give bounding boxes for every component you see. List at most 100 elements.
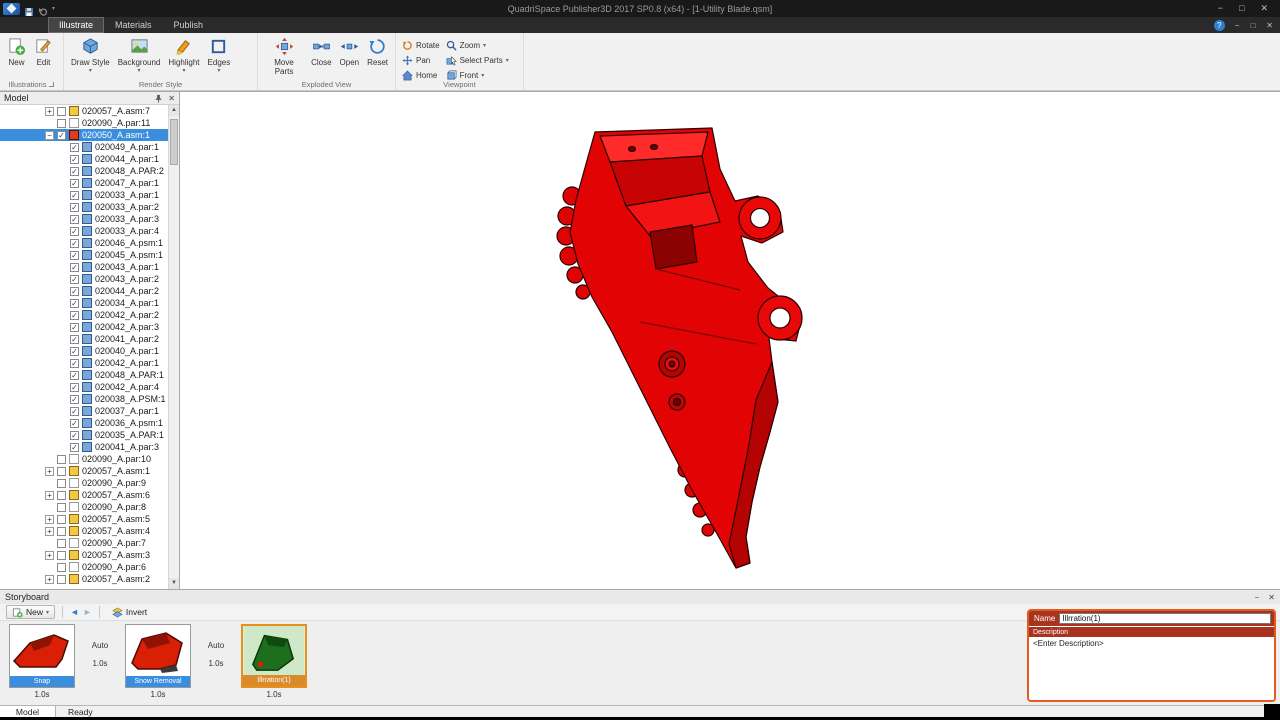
front-view-dropdown-icon[interactable]: ▾	[481, 73, 484, 79]
tree-item[interactable]: 020090_A.par:6	[0, 561, 168, 573]
app-icon[interactable]	[3, 2, 20, 15]
description-input[interactable]: <Enter Description>	[1029, 637, 1274, 700]
expand-icon[interactable]: +	[45, 514, 54, 524]
invert-button[interactable]: Invert	[107, 605, 152, 619]
tree-item[interactable]: ✓ 020042_A.par:4	[0, 381, 168, 393]
visibility-checkbox[interactable]: ✓	[70, 286, 79, 296]
visibility-checkbox[interactable]: ✓	[70, 298, 79, 308]
draw-style-dropdown-icon[interactable]: ▾	[89, 68, 92, 74]
tree-item[interactable]: ✓ 020035_A.PAR:1	[0, 429, 168, 441]
tree-item[interactable]: ✓ 020044_A.par:2	[0, 285, 168, 297]
move-parts-button[interactable]: Move Parts	[261, 34, 307, 76]
visibility-checkbox[interactable]: ✓	[70, 178, 79, 188]
draw-style-button[interactable]: Draw Style ▾	[67, 34, 114, 74]
edges-dropdown-icon[interactable]: ▾	[217, 68, 220, 74]
tree-item[interactable]: +020057_A.asm:7	[0, 105, 168, 117]
visibility-checkbox[interactable]	[57, 502, 66, 512]
tree-item[interactable]: ✓ 020033_A.par:4	[0, 225, 168, 237]
tree-item[interactable]: +020057_A.asm:3	[0, 549, 168, 561]
tree-item[interactable]: +020057_A.asm:1	[0, 465, 168, 477]
visibility-checkbox[interactable]: ✓	[70, 202, 79, 212]
tree-item[interactable]: ✓ 020036_A.psm:1	[0, 417, 168, 429]
collapse-icon[interactable]: −	[45, 130, 54, 140]
visibility-checkbox[interactable]	[57, 574, 66, 584]
tree-item[interactable]: ✓ 020033_A.par:2	[0, 201, 168, 213]
visibility-checkbox[interactable]: ✓	[70, 442, 79, 452]
tree-item[interactable]: ✓ 020034_A.par:1	[0, 297, 168, 309]
visibility-checkbox[interactable]	[57, 538, 66, 548]
tree-item[interactable]: ✓ 020042_A.par:3	[0, 321, 168, 333]
tree-item[interactable]: ✓ 020045_A.psm:1	[0, 249, 168, 261]
expand-icon[interactable]: +	[45, 574, 54, 584]
zoom-dropdown-icon[interactable]: ▾	[483, 43, 486, 49]
expand-icon[interactable]: +	[45, 466, 54, 476]
visibility-checkbox[interactable]: ✓	[70, 310, 79, 320]
visibility-checkbox[interactable]: ✓	[70, 394, 79, 404]
expand-icon[interactable]: +	[45, 106, 54, 116]
model-3d-view[interactable]	[180, 92, 1280, 590]
tree-item[interactable]: ✓ 020042_A.par:1	[0, 357, 168, 369]
visibility-checkbox[interactable]: ✓	[70, 262, 79, 272]
storyboard-frame[interactable]: Snap 1.0s	[8, 624, 76, 699]
expand-icon[interactable]: +	[45, 526, 54, 536]
visibility-checkbox[interactable]: ✓	[70, 274, 79, 284]
background-dropdown-icon[interactable]: ▾	[138, 68, 141, 74]
previous-frame-icon[interactable]: ◄	[70, 605, 79, 619]
tree-item[interactable]: ✓ 020042_A.par:2	[0, 309, 168, 321]
tab-illustrate[interactable]: Illustrate	[48, 17, 105, 33]
maximize-icon[interactable]: □	[1239, 3, 1244, 14]
background-button[interactable]: Background ▾	[114, 34, 165, 74]
tree-item[interactable]: +020057_A.asm:6	[0, 489, 168, 501]
doc-close-icon[interactable]: ✕	[1266, 21, 1273, 30]
visibility-checkbox[interactable]: ✓	[70, 214, 79, 224]
scroll-up-icon[interactable]: ▲	[169, 105, 179, 116]
tree-item[interactable]: 020090_A.par:7	[0, 537, 168, 549]
customize-quick-access-icon[interactable]: ▾	[52, 5, 55, 12]
frame-transition[interactable]: Auto 1.0s	[192, 624, 240, 668]
visibility-checkbox[interactable]: ✓	[57, 130, 66, 140]
select-parts-dropdown-icon[interactable]: ▾	[506, 58, 509, 64]
tree-item[interactable]: ✓ 020038_A.PSM:1	[0, 393, 168, 405]
storyboard-frame[interactable]: Illrration(1) 1.0s	[240, 624, 308, 699]
close-exploded-button[interactable]: Close	[307, 34, 335, 67]
undo-icon[interactable]	[38, 4, 48, 16]
tree-item[interactable]: 020090_A.par:10	[0, 453, 168, 465]
tree-item[interactable]: ✓ 020033_A.par:3	[0, 213, 168, 225]
edit-button[interactable]: Edit	[30, 34, 57, 67]
rotate-button[interactable]: Rotate	[399, 39, 443, 52]
next-frame-icon[interactable]: ►	[83, 605, 92, 619]
frame-box[interactable]: Snap	[9, 624, 75, 688]
expand-icon[interactable]: +	[45, 490, 54, 500]
visibility-checkbox[interactable]: ✓	[70, 406, 79, 416]
visibility-checkbox[interactable]: ✓	[70, 370, 79, 380]
visibility-checkbox[interactable]: ✓	[70, 166, 79, 176]
tree-item[interactable]: ✓ 020047_A.par:1	[0, 177, 168, 189]
tab-materials[interactable]: Materials	[104, 17, 163, 33]
expand-icon[interactable]: +	[45, 550, 54, 560]
visibility-checkbox[interactable]	[57, 466, 66, 476]
visibility-checkbox[interactable]: ✓	[70, 142, 79, 152]
tree-item[interactable]: ✓ 020041_A.par:3	[0, 441, 168, 453]
tree-item[interactable]: 020090_A.par:11	[0, 117, 168, 129]
open-exploded-button[interactable]: Open	[336, 34, 364, 67]
highlight-button[interactable]: Highlight ▾	[164, 34, 203, 74]
visibility-checkbox[interactable]	[57, 550, 66, 560]
visibility-checkbox[interactable]: ✓	[70, 358, 79, 368]
edges-button[interactable]: Edges ▾	[204, 34, 235, 74]
tree-item[interactable]: ✓ 020048_A.PAR:1	[0, 369, 168, 381]
storyboard-new-dropdown-icon[interactable]: ▾	[46, 610, 49, 616]
tree-item[interactable]: 020090_A.par:8	[0, 501, 168, 513]
tree-scrollbar[interactable]: ▲ ▼	[168, 105, 179, 589]
tree-item[interactable]: ✓ 020037_A.par:1	[0, 405, 168, 417]
dialog-launcher-icon[interactable]	[49, 82, 55, 87]
visibility-checkbox[interactable]: ✓	[70, 322, 79, 332]
tree-item[interactable]: +020057_A.asm:5	[0, 513, 168, 525]
frame-box[interactable]: Snow Removal	[125, 624, 191, 688]
close-icon[interactable]: ✕	[1260, 3, 1268, 14]
tree-item[interactable]: ✓ 020049_A.par:1	[0, 141, 168, 153]
scroll-down-icon[interactable]: ▼	[169, 578, 179, 589]
minimize-icon[interactable]: −	[1218, 3, 1223, 14]
visibility-checkbox[interactable]: ✓	[70, 418, 79, 428]
tree-item[interactable]: 020090_A.par:9	[0, 477, 168, 489]
tree-item[interactable]: ✓ 020033_A.par:1	[0, 189, 168, 201]
